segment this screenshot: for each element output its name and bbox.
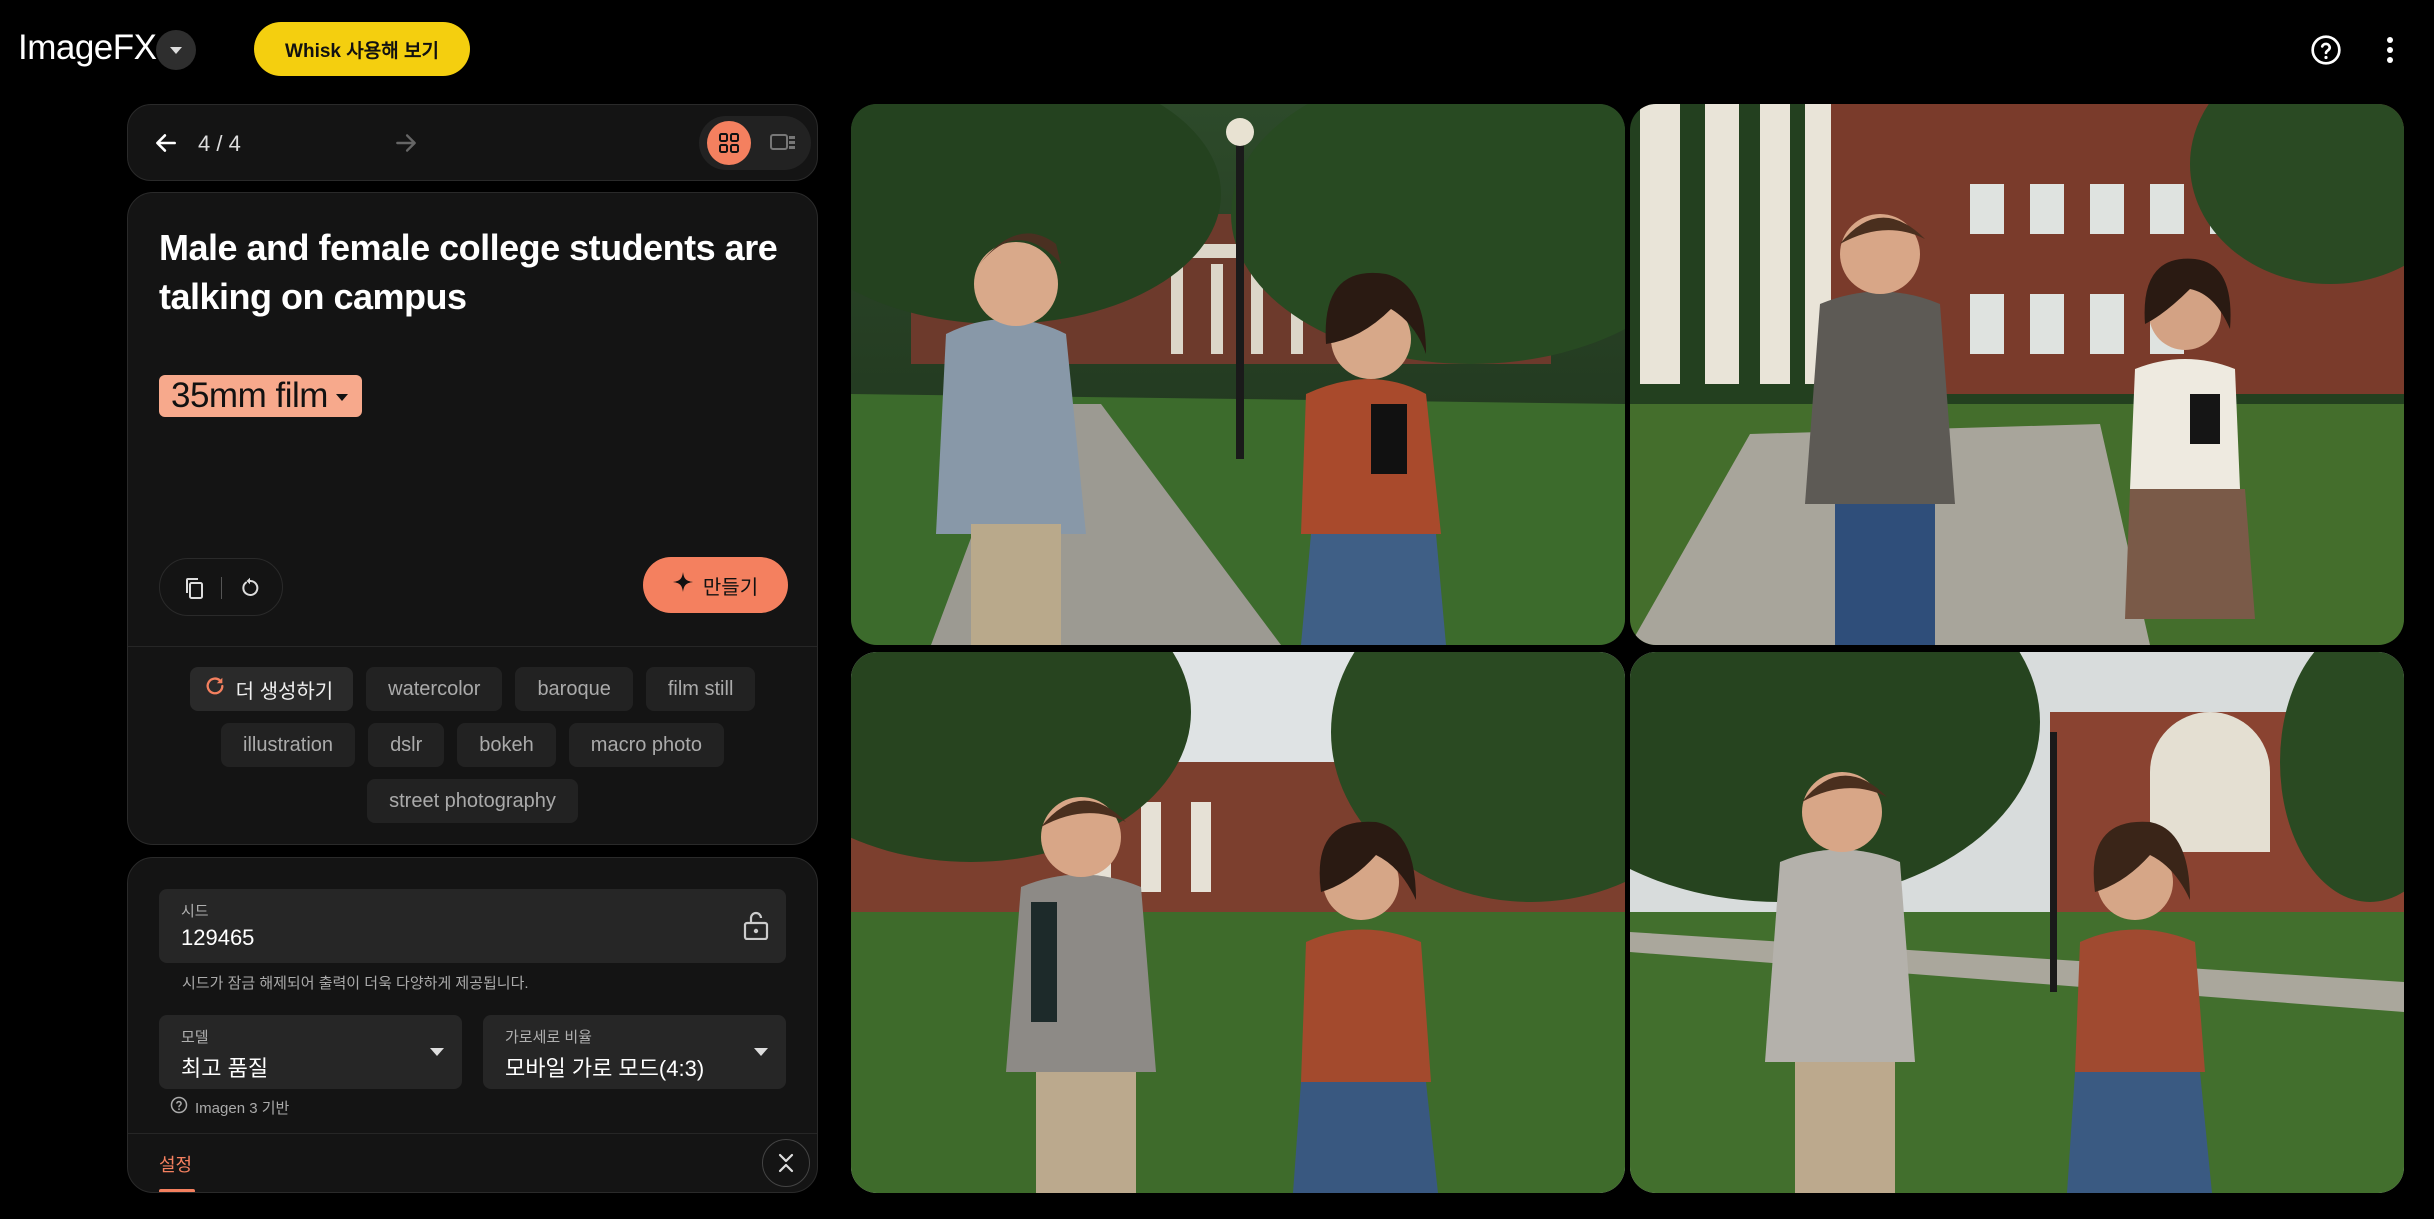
style-chip[interactable]: 35mm film — [159, 375, 362, 417]
whisk-button[interactable]: Whisk 사용해 보기 — [254, 22, 470, 76]
chevron-down-icon — [170, 46, 182, 54]
copy-icon[interactable] — [174, 568, 214, 608]
help-circle-icon[interactable] — [2306, 30, 2346, 70]
generate-more-button[interactable]: 더 생성하기 — [189, 667, 354, 711]
reset-icon[interactable] — [230, 568, 270, 608]
view-toggle — [699, 116, 811, 170]
aspect-ratio-select[interactable]: 가로세로 비율 모바일 가로 모드(4:3) — [483, 1015, 786, 1089]
sparkle-icon — [672, 572, 693, 598]
aspect-ratio-value: 모바일 가로 모드(4:3) — [505, 1056, 705, 1081]
suggestion-chip[interactable]: dslr — [368, 723, 445, 767]
tab-settings[interactable]: 설정 — [159, 1151, 192, 1177]
prompt-tools — [159, 558, 283, 616]
single-view-icon[interactable] — [761, 121, 805, 165]
arrow-left-icon[interactable] — [146, 123, 186, 163]
tab-indicator — [159, 1189, 195, 1192]
prompt-text[interactable]: Male and female college students are tal… — [159, 223, 789, 321]
imagen-note: Imagen 3 기반 — [170, 1096, 289, 1118]
app-menu-button[interactable] — [156, 30, 196, 70]
generate-more-label: 더 생성하기 — [235, 680, 334, 703]
generated-image-2[interactable] — [1630, 104, 2404, 645]
chevron-down-icon — [754, 1048, 768, 1056]
generated-image-4[interactable] — [1630, 652, 2404, 1193]
model-value: 최고 품질 — [181, 1056, 269, 1081]
suggestion-chip[interactable]: watercolor — [366, 667, 503, 711]
grid-view-icon[interactable] — [707, 121, 751, 165]
divider — [128, 1133, 817, 1134]
model-select[interactable]: 모델 최고 품질 — [159, 1015, 462, 1089]
help-circle-icon — [170, 1096, 188, 1118]
create-button[interactable]: 만들기 — [643, 557, 788, 613]
create-button-label: 만들기 — [702, 576, 759, 599]
page-counter: 4 / 4 — [198, 131, 241, 156]
settings-card: 시드 129465 시드가 잠금 해제되어 출력이 더욱 다양하게 제공됩니다.… — [127, 857, 818, 1193]
divider — [128, 646, 817, 647]
more-vert-icon[interactable] — [2370, 30, 2410, 70]
generated-image-3[interactable] — [851, 652, 1625, 1193]
generated-image-1[interactable] — [851, 104, 1625, 645]
suggestion-chip[interactable]: street photography — [367, 779, 578, 823]
seed-field[interactable]: 시드 129465 — [159, 889, 786, 963]
seed-label: 시드 — [181, 903, 209, 920]
chevron-down-icon — [430, 1048, 444, 1056]
model-label: 모델 — [181, 1029, 209, 1046]
arrow-right-icon[interactable] — [386, 123, 426, 163]
style-chip-label: 35mm film — [171, 376, 328, 415]
prompt-card: Male and female college students are tal… — [127, 192, 818, 845]
collapse-icon[interactable] — [762, 1139, 810, 1187]
suggestion-chip[interactable]: bokeh — [457, 723, 556, 767]
tool-divider — [221, 577, 222, 599]
suggestion-chip[interactable]: baroque — [515, 667, 633, 711]
imagen-note-text: Imagen 3 기반 — [195, 1099, 290, 1117]
aspect-ratio-label: 가로세로 비율 — [505, 1029, 592, 1046]
app-logo: ImageFX — [18, 28, 157, 67]
refresh-icon — [204, 675, 226, 703]
seed-value[interactable]: 129465 — [181, 925, 254, 951]
seed-hint: 시드가 잠금 해제되어 출력이 더욱 다양하게 제공됩니다. — [182, 975, 529, 992]
suggestion-chips: 더 생성하기 watercolor baroque film still ill… — [128, 667, 817, 835]
chevron-down-icon — [335, 393, 348, 401]
image-navigation-bar: 4 / 4 — [127, 104, 818, 181]
suggestion-chip[interactable]: film still — [645, 667, 756, 711]
unlock-icon[interactable] — [739, 908, 773, 942]
suggestion-chip[interactable]: macro photo — [568, 723, 724, 767]
suggestion-chip[interactable]: illustration — [221, 723, 356, 767]
